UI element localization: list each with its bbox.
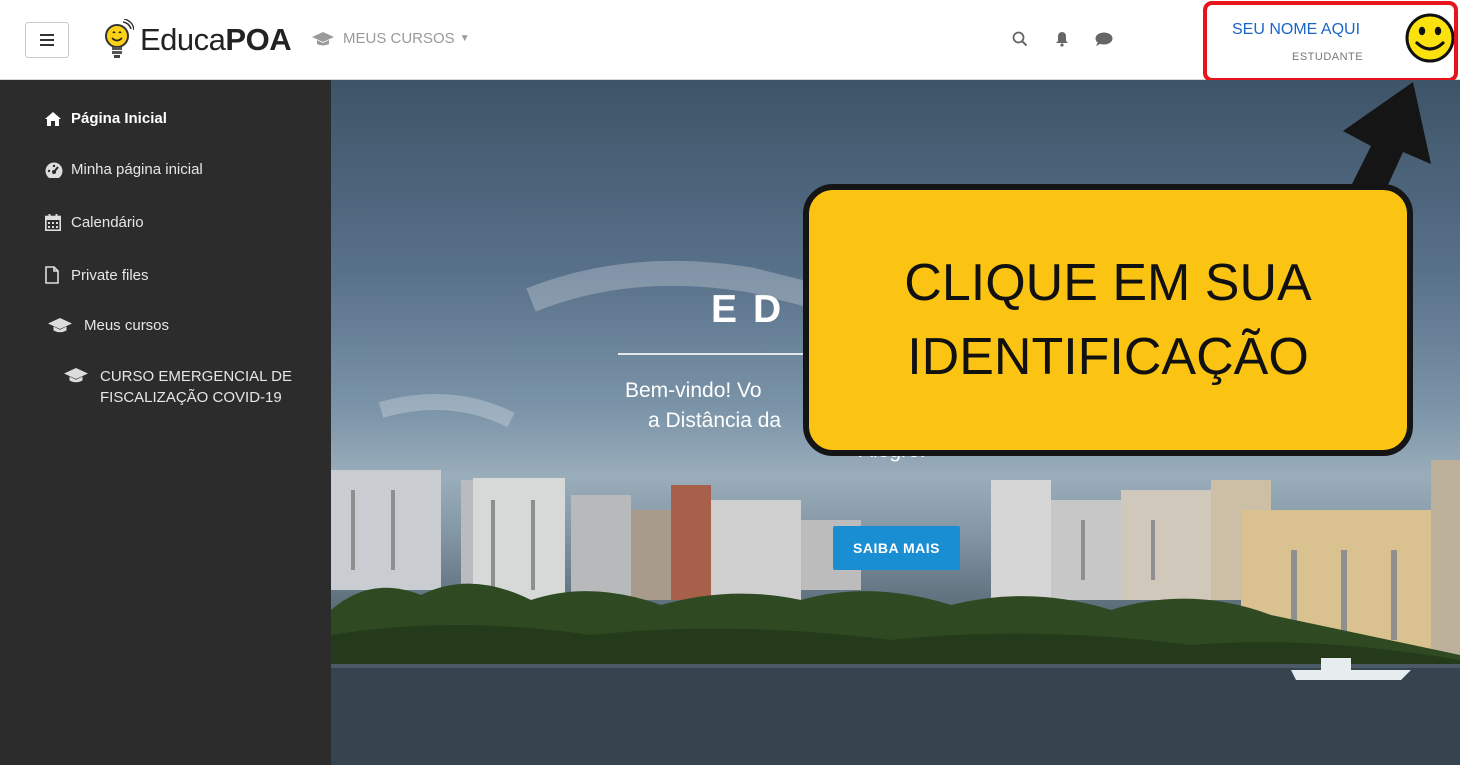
top-navbar: EducaPOA MEUS CURSOS ▼ SEU NOME AQUI EST…	[0, 0, 1460, 80]
sidebar-item-dashboard[interactable]: Minha página inicial	[45, 161, 203, 178]
my-courses-label: MEUS CURSOS	[343, 30, 455, 47]
caret-down-icon: ▼	[459, 33, 470, 44]
sidebar: Página Inicial Minha página inicial Cale…	[0, 80, 331, 765]
chat-icon[interactable]	[1094, 24, 1114, 54]
hero-title: ED	[711, 288, 798, 331]
file-icon	[45, 266, 71, 284]
callout-line-2: IDENTIFICAÇÃO	[907, 328, 1309, 386]
callout-line-1: CLIQUE EM SUA	[904, 254, 1312, 312]
site-logo[interactable]: EducaPOA	[104, 18, 292, 62]
course-label: CURSO EMERGENCIAL DE FISCALIZAÇÃO COVID-…	[100, 368, 292, 406]
calendar-icon	[45, 214, 71, 231]
sidebar-item-my-courses[interactable]: Meus cursos	[48, 317, 169, 334]
sidebar-item-course[interactable]: CURSO EMERGENCIAL DE FISCALIZAÇÃO COVID-…	[64, 366, 300, 408]
search-icon[interactable]	[1010, 24, 1030, 54]
logo-text: EducaPOA	[140, 22, 292, 57]
instruction-callout: CLIQUE EM SUA IDENTIFICAÇÃO	[803, 184, 1413, 456]
my-courses-dropdown[interactable]: MEUS CURSOS ▼	[312, 30, 470, 47]
sidebar-item-label: Página Inicial	[71, 110, 167, 127]
graduation-cap-icon	[64, 366, 100, 387]
user-name[interactable]: SEU NOME AQUI	[1232, 21, 1360, 39]
saiba-mais-button[interactable]: SAIBA MAIS	[833, 526, 960, 570]
user-role: ESTUDANTE	[1292, 51, 1364, 63]
hamburger-icon	[40, 34, 54, 46]
sidebar-item-private-files[interactable]: Private files	[45, 266, 149, 284]
smiley-icon[interactable]	[1405, 9, 1455, 67]
sidebar-item-label: Minha página inicial	[71, 161, 203, 178]
graduation-cap-icon	[312, 31, 334, 45]
hero-text-line-2: a Distância da	[648, 409, 782, 432]
lightbulb-icon	[105, 19, 134, 58]
sidebar-item-calendar[interactable]: Calendário	[45, 214, 144, 231]
sidebar-item-home[interactable]: Página Inicial	[45, 110, 167, 127]
bell-icon[interactable]	[1052, 24, 1072, 54]
graduation-cap-icon	[48, 318, 84, 333]
sidebar-item-label: Meus cursos	[84, 317, 170, 334]
sidebar-item-label: Private files	[71, 266, 149, 284]
dashboard-icon	[45, 162, 71, 178]
sidebar-item-label: Calendário	[71, 214, 144, 231]
hero-text-line-1: Bem-vindo! Vo	[625, 379, 762, 402]
menu-toggle-button[interactable]	[25, 22, 69, 58]
home-icon	[45, 111, 71, 126]
